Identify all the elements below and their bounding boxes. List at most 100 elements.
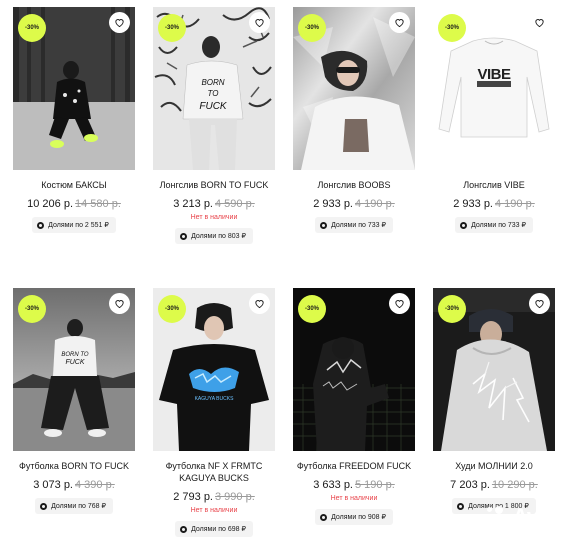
price: 2 933 р.	[453, 198, 493, 210]
product-name[interactable]: Лонгслив BOOBS	[293, 179, 415, 191]
out-of-stock-label: Нет в наличии	[190, 507, 238, 514]
product-name[interactable]: Худи МОЛНИИ 2.0	[433, 460, 555, 472]
favorite-button[interactable]	[529, 293, 550, 314]
price-row: 3 073 р. 4 390 р.	[13, 479, 135, 492]
favorite-button[interactable]	[249, 293, 270, 314]
installment-button[interactable]: Долями по 768 ₽	[35, 498, 113, 514]
heart-icon	[255, 300, 264, 309]
product-name[interactable]: Футболка BORN TO FUCK	[13, 460, 135, 472]
old-price: 5 190 р.	[355, 479, 395, 491]
installment-icon	[457, 502, 465, 510]
svg-text:BORN TO: BORN TO	[61, 352, 89, 358]
price: 3 633 р.	[313, 479, 353, 491]
installment-icon	[320, 221, 328, 229]
avito-watermark: Avito	[486, 504, 564, 530]
favorite-button[interactable]	[389, 12, 410, 33]
price-row: 2 933 р. 4 190 р.	[293, 198, 415, 211]
product-photo[interactable]: BORN TO FUCK -30%	[13, 288, 135, 451]
price: 2 793 р.	[173, 491, 213, 503]
old-price: 4 390 р.	[75, 479, 115, 491]
price-row: 2 933 р. 4 190 р.	[433, 198, 555, 211]
installment-label: Долями по 698 ₽	[191, 526, 246, 533]
product-photo[interactable]: -30%	[293, 7, 415, 170]
product-photo[interactable]: KAGUYA BUCKS -30%	[153, 288, 275, 451]
heart-icon	[395, 19, 404, 28]
old-price: 14 580 р.	[75, 198, 121, 210]
product-name[interactable]: Футболка FREEDOM FUCK	[293, 460, 415, 472]
discount-badge: -30%	[158, 14, 186, 42]
discount-badge: -30%	[438, 295, 466, 323]
installment-button[interactable]: Долями по 733 ₽	[315, 217, 393, 233]
old-price: 4 590 р.	[215, 198, 255, 210]
installment-icon	[460, 221, 468, 229]
svg-text:BORN: BORN	[201, 78, 224, 87]
product-photo[interactable]: -30%	[13, 7, 135, 170]
old-price: 4 190 р.	[355, 198, 395, 210]
installment-label: Долями по 768 ₽	[51, 503, 106, 510]
avito-wordmark: Avito	[512, 504, 564, 529]
product-name[interactable]: Костюм БАКСЫ	[13, 179, 135, 191]
heart-icon	[115, 19, 124, 28]
price-row: 7 203 р. 10 290 р.	[433, 479, 555, 492]
product-name[interactable]: Лонгслив VIBE	[433, 179, 555, 191]
discount-badge: -30%	[18, 14, 46, 42]
product-card[interactable]: BORN TO FUCK -30% Лонгслив BORN TO FUCK …	[153, 7, 275, 245]
product-card[interactable]: -30% Костюм БАКСЫ 10 206 р. 14 580 р. Дол…	[13, 7, 135, 234]
installment-label: Долями по 2 551 ₽	[48, 222, 109, 229]
svg-text:FUCK: FUCK	[199, 101, 228, 112]
installment-label: Долями по 733 ₽	[331, 222, 386, 229]
product-card[interactable]: -30% Футболка FREEDOM FUCK 3 633 р. 5 190…	[293, 288, 415, 526]
out-of-stock-label: Нет в наличии	[330, 495, 378, 502]
price: 10 206 р.	[27, 198, 73, 210]
old-price: 10 290 р.	[491, 479, 538, 491]
installment-button[interactable]: Долями по 803 ₽	[175, 228, 253, 244]
price-row: 2 793 р. 3 990 р.	[153, 491, 275, 504]
heart-icon	[535, 300, 544, 309]
product-grid: -30% Костюм БАКСЫ 10 206 р. 14 580 р. Дол…	[0, 0, 574, 540]
product-photo[interactable]: -30%	[293, 288, 415, 451]
installment-label: Долями по 908 ₽	[331, 514, 386, 521]
favorite-button[interactable]	[249, 12, 270, 33]
heart-icon	[115, 300, 124, 309]
svg-text:KAGUYA BUCKS: KAGUYA BUCKS	[195, 396, 234, 402]
price-row: 10 206 р. 14 580 р.	[13, 198, 135, 211]
discount-badge: -30%	[298, 295, 326, 323]
product-name[interactable]: Футболка NF X FRMTC KAGUYA BUCKS	[153, 460, 275, 484]
installment-label: Долями по 733 ₽	[471, 222, 526, 229]
heart-icon	[255, 19, 264, 28]
installment-label: Долями по 803 ₽	[191, 233, 246, 240]
installment-button[interactable]: Долями по 733 ₽	[455, 217, 533, 233]
product-card[interactable]: VIBE -30% Лонгслив VIBE 2 933 р. 4 190 р.…	[433, 7, 555, 234]
product-name[interactable]: Лонгслив BORN TO FUCK	[153, 179, 275, 191]
product-photo[interactable]: -30%	[433, 288, 555, 451]
discount-badge: -30%	[438, 14, 466, 42]
favorite-button[interactable]	[389, 293, 410, 314]
product-card[interactable]: -30% Худи МОЛНИИ 2.0 7 203 р. 10 290 р. Д…	[433, 288, 555, 515]
heart-icon	[395, 300, 404, 309]
price-row: 3 213 р. 4 590 р.	[153, 198, 275, 211]
price: 7 203 р.	[450, 479, 490, 491]
discount-badge: -30%	[18, 295, 46, 323]
discount-badge: -30%	[298, 14, 326, 42]
favorite-button[interactable]	[109, 293, 130, 314]
old-price: 4 190 р.	[495, 198, 535, 210]
product-card[interactable]: KAGUYA BUCKS -30% Футболка NF X FRMTC KA…	[153, 288, 275, 538]
product-card[interactable]: -30% Лонгслив BOOBS 2 933 р. 4 190 р. Дол…	[293, 7, 415, 234]
installment-button[interactable]: Долями по 908 ₽	[315, 509, 393, 525]
price: 2 933 р.	[313, 198, 353, 210]
installment-button[interactable]: Долями по 2 551 ₽	[32, 217, 116, 233]
price: 3 073 р.	[33, 479, 73, 491]
product-photo[interactable]: BORN TO FUCK -30%	[153, 7, 275, 170]
svg-text:TO: TO	[208, 89, 219, 98]
product-card[interactable]: BORN TO FUCK -30% Футболка BORN TO FUCK …	[13, 288, 135, 515]
installment-icon	[320, 513, 328, 521]
installment-button[interactable]: Долями по 698 ₽	[175, 521, 253, 537]
out-of-stock-label: Нет в наличии	[190, 214, 238, 221]
favorite-button[interactable]	[109, 12, 130, 33]
favorite-button[interactable]	[529, 12, 550, 33]
installment-icon	[180, 525, 188, 533]
installment-icon	[180, 232, 188, 240]
price: 3 213 р.	[173, 198, 213, 210]
installment-icon	[37, 221, 45, 229]
product-photo[interactable]: VIBE -30%	[433, 7, 555, 170]
